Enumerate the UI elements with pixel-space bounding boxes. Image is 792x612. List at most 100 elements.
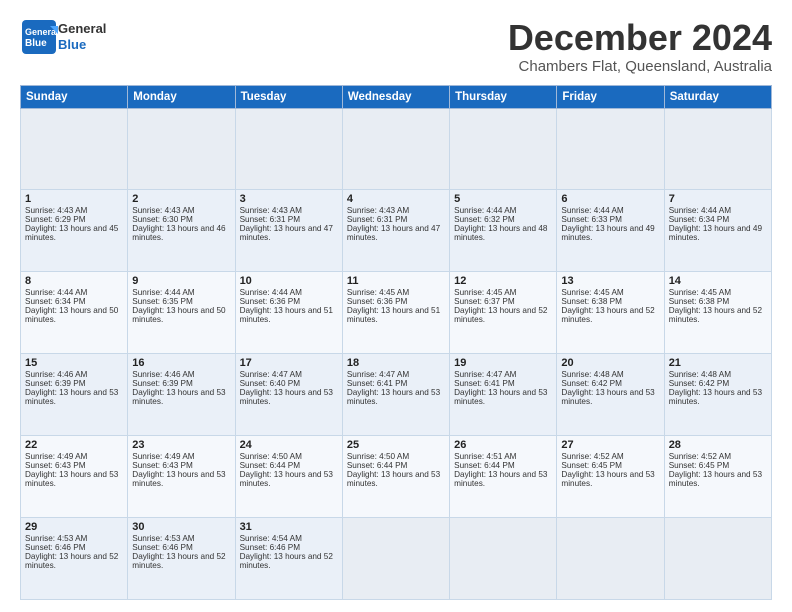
daylight-text: Daylight: 13 hours and 53 minutes. xyxy=(132,388,225,406)
daylight-text: Daylight: 13 hours and 52 minutes. xyxy=(25,552,118,570)
day-number: 31 xyxy=(240,521,338,533)
day-number: 5 xyxy=(454,193,552,205)
calendar-week-row: 1Sunrise: 4:43 AMSunset: 6:29 PMDaylight… xyxy=(21,190,772,272)
calendar-cell xyxy=(664,518,771,600)
day-number: 25 xyxy=(347,439,445,451)
calendar-week-row: 29Sunrise: 4:53 AMSunset: 6:46 PMDayligh… xyxy=(21,518,772,600)
calendar-cell: 17Sunrise: 4:47 AMSunset: 6:40 PMDayligh… xyxy=(235,354,342,436)
day-number: 30 xyxy=(132,521,230,533)
sunset-text: Sunset: 6:45 PM xyxy=(669,461,730,470)
sunset-text: Sunset: 6:42 PM xyxy=(669,379,730,388)
daylight-text: Daylight: 13 hours and 53 minutes. xyxy=(561,470,654,488)
calendar-week-row: 22Sunrise: 4:49 AMSunset: 6:43 PMDayligh… xyxy=(21,436,772,518)
sunrise-text: Sunrise: 4:44 AM xyxy=(669,206,731,215)
sunset-text: Sunset: 6:38 PM xyxy=(669,297,730,306)
sunrise-text: Sunrise: 4:43 AM xyxy=(25,206,87,215)
sunrise-text: Sunrise: 4:49 AM xyxy=(132,452,194,461)
sunrise-text: Sunrise: 4:44 AM xyxy=(25,288,87,297)
sunset-text: Sunset: 6:36 PM xyxy=(240,297,301,306)
sunset-text: Sunset: 6:41 PM xyxy=(347,379,408,388)
daylight-text: Daylight: 13 hours and 48 minutes. xyxy=(454,224,547,242)
calendar-cell: 16Sunrise: 4:46 AMSunset: 6:39 PMDayligh… xyxy=(128,354,235,436)
calendar-week-row: 8Sunrise: 4:44 AMSunset: 6:34 PMDaylight… xyxy=(21,272,772,354)
sunrise-text: Sunrise: 4:45 AM xyxy=(347,288,409,297)
daylight-text: Daylight: 13 hours and 53 minutes. xyxy=(347,388,440,406)
calendar-cell: 21Sunrise: 4:48 AMSunset: 6:42 PMDayligh… xyxy=(664,354,771,436)
calendar-cell: 13Sunrise: 4:45 AMSunset: 6:38 PMDayligh… xyxy=(557,272,664,354)
daylight-text: Daylight: 13 hours and 49 minutes. xyxy=(669,224,762,242)
sunset-text: Sunset: 6:31 PM xyxy=(347,215,408,224)
calendar-cell: 5Sunrise: 4:44 AMSunset: 6:32 PMDaylight… xyxy=(450,190,557,272)
calendar-cell: 12Sunrise: 4:45 AMSunset: 6:37 PMDayligh… xyxy=(450,272,557,354)
sunset-text: Sunset: 6:38 PM xyxy=(561,297,622,306)
daylight-text: Daylight: 13 hours and 53 minutes. xyxy=(132,470,225,488)
calendar-cell xyxy=(342,518,449,600)
daylight-text: Daylight: 13 hours and 52 minutes. xyxy=(240,552,333,570)
location-title: Chambers Flat, Queensland, Australia xyxy=(508,58,772,75)
day-number: 4 xyxy=(347,193,445,205)
calendar-cell xyxy=(235,108,342,190)
sunrise-text: Sunrise: 4:48 AM xyxy=(561,370,623,379)
sunrise-text: Sunrise: 4:47 AM xyxy=(347,370,409,379)
daylight-text: Daylight: 13 hours and 53 minutes. xyxy=(240,470,333,488)
sunset-text: Sunset: 6:39 PM xyxy=(25,379,86,388)
day-number: 9 xyxy=(132,275,230,287)
calendar-cell: 2Sunrise: 4:43 AMSunset: 6:30 PMDaylight… xyxy=(128,190,235,272)
daylight-text: Daylight: 13 hours and 46 minutes. xyxy=(132,224,225,242)
sunset-text: Sunset: 6:46 PM xyxy=(25,543,86,552)
sunset-text: Sunset: 6:33 PM xyxy=(561,215,622,224)
calendar-table: SundayMondayTuesdayWednesdayThursdayFrid… xyxy=(20,85,772,600)
weekday-header: Tuesday xyxy=(235,85,342,108)
daylight-text: Daylight: 13 hours and 52 minutes. xyxy=(454,306,547,324)
sunset-text: Sunset: 6:34 PM xyxy=(669,215,730,224)
logo: General Blue General Blue xyxy=(20,18,106,56)
day-number: 27 xyxy=(561,439,659,451)
daylight-text: Daylight: 13 hours and 49 minutes. xyxy=(561,224,654,242)
day-number: 3 xyxy=(240,193,338,205)
daylight-text: Daylight: 13 hours and 53 minutes. xyxy=(240,388,333,406)
sunset-text: Sunset: 6:43 PM xyxy=(132,461,193,470)
weekday-header: Saturday xyxy=(664,85,771,108)
day-number: 15 xyxy=(25,357,123,369)
sunset-text: Sunset: 6:37 PM xyxy=(454,297,515,306)
day-number: 19 xyxy=(454,357,552,369)
header-row: SundayMondayTuesdayWednesdayThursdayFrid… xyxy=(21,85,772,108)
logo-line2: Blue xyxy=(58,37,86,52)
sunrise-text: Sunrise: 4:45 AM xyxy=(454,288,516,297)
weekday-header: Thursday xyxy=(450,85,557,108)
sunrise-text: Sunrise: 4:43 AM xyxy=(132,206,194,215)
calendar-cell xyxy=(664,108,771,190)
sunset-text: Sunset: 6:46 PM xyxy=(132,543,193,552)
day-number: 12 xyxy=(454,275,552,287)
weekday-header: Monday xyxy=(128,85,235,108)
sunrise-text: Sunrise: 4:46 AM xyxy=(25,370,87,379)
calendar-cell: 26Sunrise: 4:51 AMSunset: 6:44 PMDayligh… xyxy=(450,436,557,518)
calendar-cell: 4Sunrise: 4:43 AMSunset: 6:31 PMDaylight… xyxy=(342,190,449,272)
day-number: 23 xyxy=(132,439,230,451)
sunset-text: Sunset: 6:31 PM xyxy=(240,215,301,224)
page: General Blue General Blue December 2024 … xyxy=(0,0,792,612)
sunrise-text: Sunrise: 4:50 AM xyxy=(240,452,302,461)
sunset-text: Sunset: 6:39 PM xyxy=(132,379,193,388)
sunrise-text: Sunrise: 4:50 AM xyxy=(347,452,409,461)
daylight-text: Daylight: 13 hours and 52 minutes. xyxy=(561,306,654,324)
sunset-text: Sunset: 6:36 PM xyxy=(347,297,408,306)
logo-icon: General Blue xyxy=(20,18,58,56)
calendar-cell: 28Sunrise: 4:52 AMSunset: 6:45 PMDayligh… xyxy=(664,436,771,518)
calendar-cell: 11Sunrise: 4:45 AMSunset: 6:36 PMDayligh… xyxy=(342,272,449,354)
daylight-text: Daylight: 13 hours and 52 minutes. xyxy=(132,552,225,570)
calendar-week-row: 15Sunrise: 4:46 AMSunset: 6:39 PMDayligh… xyxy=(21,354,772,436)
sunset-text: Sunset: 6:42 PM xyxy=(561,379,622,388)
calendar-cell: 10Sunrise: 4:44 AMSunset: 6:36 PMDayligh… xyxy=(235,272,342,354)
sunset-text: Sunset: 6:32 PM xyxy=(454,215,515,224)
day-number: 22 xyxy=(25,439,123,451)
day-number: 13 xyxy=(561,275,659,287)
day-number: 1 xyxy=(25,193,123,205)
day-number: 17 xyxy=(240,357,338,369)
sunset-text: Sunset: 6:35 PM xyxy=(132,297,193,306)
calendar-cell xyxy=(450,518,557,600)
daylight-text: Daylight: 13 hours and 45 minutes. xyxy=(25,224,118,242)
calendar-cell: 15Sunrise: 4:46 AMSunset: 6:39 PMDayligh… xyxy=(21,354,128,436)
calendar-cell: 31Sunrise: 4:54 AMSunset: 6:46 PMDayligh… xyxy=(235,518,342,600)
sunrise-text: Sunrise: 4:43 AM xyxy=(347,206,409,215)
